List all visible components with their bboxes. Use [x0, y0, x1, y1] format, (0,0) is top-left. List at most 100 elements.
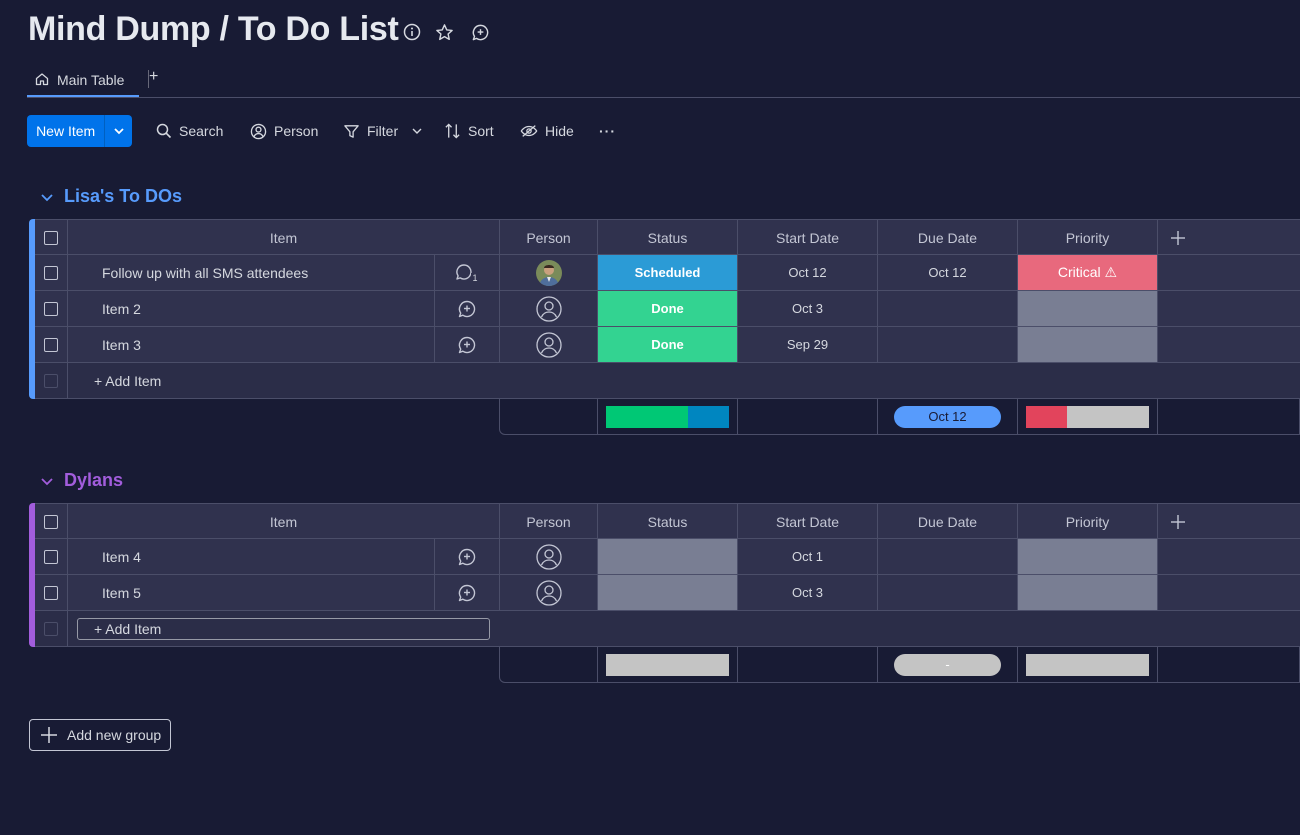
item-name[interactable]: Item 2: [68, 291, 435, 326]
priority-distribution-bar[interactable]: [1026, 653, 1149, 676]
new-item-label[interactable]: New Item: [27, 115, 104, 147]
row-select-cell[interactable]: [35, 539, 68, 574]
column-header-status[interactable]: Status: [598, 220, 738, 255]
start-date-cell[interactable]: Oct 3: [738, 291, 878, 326]
row-select-cell[interactable]: [35, 327, 68, 362]
row-select-cell[interactable]: [35, 291, 68, 326]
summary-due-date[interactable]: Oct 12: [878, 399, 1018, 434]
add-column-button[interactable]: [1158, 220, 1198, 255]
summary-status[interactable]: [598, 399, 738, 434]
due-date-range-pill[interactable]: -: [894, 653, 1001, 676]
summary-status[interactable]: [598, 647, 738, 682]
group-header-dylans[interactable]: Dylans: [40, 470, 123, 491]
priority-distribution-bar[interactable]: [1026, 405, 1149, 428]
status-cell[interactable]: [598, 539, 738, 574]
add-update-icon[interactable]: [470, 22, 490, 42]
add-new-group-button[interactable]: Add new group: [29, 719, 171, 751]
column-header-person[interactable]: Person: [500, 504, 598, 539]
due-date-cell[interactable]: Oct 12: [878, 255, 1018, 290]
sort-button[interactable]: Sort: [444, 115, 494, 147]
table-row[interactable]: Item 5 Oct 3: [35, 575, 1300, 611]
add-update-button[interactable]: [435, 575, 500, 610]
row-checkbox[interactable]: [44, 337, 58, 352]
person-cell[interactable]: [500, 539, 598, 574]
priority-cell[interactable]: [1018, 327, 1158, 362]
priority-cell[interactable]: [1018, 575, 1158, 610]
add-column-button[interactable]: [1158, 504, 1198, 539]
item-name[interactable]: Follow up with all SMS attendees: [68, 255, 435, 290]
column-header-item[interactable]: Item: [68, 220, 500, 255]
table-row[interactable]: Item 3 Done Sep 29: [35, 327, 1300, 363]
row-checkbox[interactable]: [44, 265, 58, 280]
start-date-cell[interactable]: Oct 12: [738, 255, 878, 290]
add-update-button[interactable]: [435, 539, 500, 574]
status-distribution-bar[interactable]: [606, 653, 729, 676]
select-all-cell[interactable]: [35, 504, 68, 539]
start-date-cell[interactable]: Sep 29: [738, 327, 878, 362]
column-header-start-date[interactable]: Start Date: [738, 220, 878, 255]
item-name[interactable]: Item 5: [68, 575, 435, 610]
column-header-due-date[interactable]: Due Date: [878, 504, 1018, 539]
row-checkbox[interactable]: [44, 585, 58, 600]
item-name[interactable]: Item 4: [68, 539, 435, 574]
status-cell[interactable]: Scheduled: [598, 255, 738, 290]
start-date-cell[interactable]: Oct 1: [738, 539, 878, 574]
person-cell[interactable]: [500, 575, 598, 610]
column-header-item[interactable]: Item: [68, 504, 500, 539]
start-date-cell[interactable]: Oct 3: [738, 575, 878, 610]
due-date-cell[interactable]: [878, 539, 1018, 574]
more-options-button[interactable]: ···: [599, 115, 616, 147]
user-avatar[interactable]: [535, 259, 562, 286]
updates-cell[interactable]: 1: [435, 255, 500, 290]
due-date-cell[interactable]: [878, 575, 1018, 610]
due-date-range-pill[interactable]: Oct 12: [894, 405, 1001, 428]
summary-due-date[interactable]: -: [878, 647, 1018, 682]
summary-priority[interactable]: [1018, 399, 1158, 434]
column-header-status[interactable]: Status: [598, 504, 738, 539]
add-item-row[interactable]: + Add Item: [35, 611, 1300, 647]
person-cell[interactable]: [500, 327, 598, 362]
add-item-cell[interactable]: + Add Item: [68, 611, 1300, 646]
status-distribution-bar[interactable]: [606, 405, 729, 428]
column-header-person[interactable]: Person: [500, 220, 598, 255]
star-icon[interactable]: [434, 22, 454, 42]
person-cell[interactable]: [500, 255, 598, 290]
column-header-priority[interactable]: Priority: [1018, 220, 1158, 255]
select-all-checkbox[interactable]: [44, 230, 58, 245]
row-select-cell[interactable]: [35, 575, 68, 610]
select-all-checkbox[interactable]: [44, 514, 58, 529]
tab-main-table[interactable]: Main Table: [27, 64, 139, 96]
add-view-button[interactable]: +: [149, 68, 161, 86]
priority-cell[interactable]: [1018, 291, 1158, 326]
select-all-cell[interactable]: [35, 220, 68, 255]
filter-button[interactable]: Filter: [343, 115, 423, 147]
priority-cell[interactable]: Critical ⚠: [1018, 255, 1158, 290]
add-item-row[interactable]: + Add Item: [35, 363, 1300, 399]
table-row[interactable]: Item 4 Oct 1: [35, 539, 1300, 575]
board-title[interactable]: Mind Dump / To Do List: [28, 10, 399, 49]
search-button[interactable]: Search: [156, 115, 223, 147]
column-header-priority[interactable]: Priority: [1018, 504, 1158, 539]
add-item-input[interactable]: + Add Item: [68, 363, 1300, 398]
person-filter-button[interactable]: Person: [250, 115, 318, 147]
summary-priority[interactable]: [1018, 647, 1158, 682]
add-item-input[interactable]: + Add Item: [77, 617, 490, 640]
add-update-button[interactable]: [435, 291, 500, 326]
table-row[interactable]: Follow up with all SMS attendees 1 Sched…: [35, 255, 1300, 291]
group-title[interactable]: Lisa's To DOs: [64, 186, 182, 207]
item-name[interactable]: Item 3: [68, 327, 435, 362]
group-title[interactable]: Dylans: [64, 470, 123, 491]
group-header-lisa[interactable]: Lisa's To DOs: [40, 186, 182, 207]
table-row[interactable]: Item 2 Done Oct 3: [35, 291, 1300, 327]
row-checkbox[interactable]: [44, 301, 58, 316]
new-item-button[interactable]: New Item: [27, 115, 132, 147]
row-checkbox[interactable]: [44, 549, 58, 564]
add-update-button[interactable]: [435, 327, 500, 362]
hide-button[interactable]: Hide: [520, 115, 574, 147]
priority-cell[interactable]: [1018, 539, 1158, 574]
new-item-dropdown[interactable]: [104, 115, 132, 147]
column-header-due-date[interactable]: Due Date: [878, 220, 1018, 255]
info-icon[interactable]: [402, 22, 422, 42]
due-date-cell[interactable]: [878, 291, 1018, 326]
column-header-start-date[interactable]: Start Date: [738, 504, 878, 539]
